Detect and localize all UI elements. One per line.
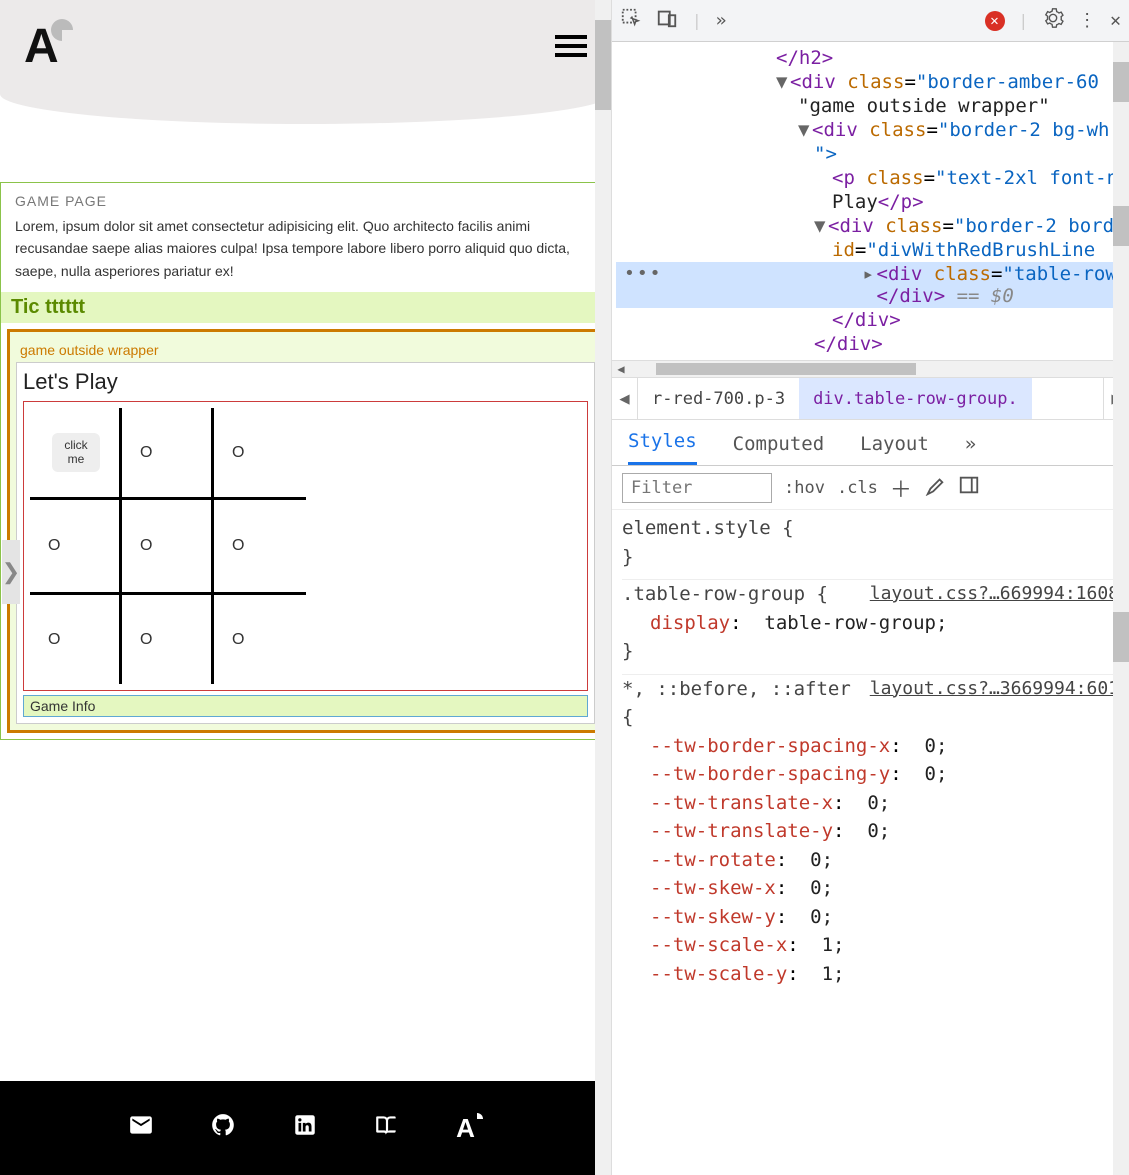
dom-line[interactable]: id="divWithRedBrushLine [616, 238, 1129, 262]
preview-scroll-thumb[interactable] [595, 20, 611, 110]
game-outside-wrapper: game outside wrapper Let's Play click me… [7, 329, 604, 733]
preview-scrollbar[interactable] [595, 0, 611, 1175]
dom-line[interactable]: <p class="text-2xl font-n [616, 166, 1129, 190]
lorem-text: Lorem, ipsum dolor sit amet consectetur … [15, 215, 596, 282]
dom-line[interactable]: "> [616, 142, 1129, 166]
cell-7[interactable]: O [122, 592, 214, 684]
hov-toggle[interactable]: :hov [784, 478, 825, 498]
cls-toggle[interactable]: .cls [837, 478, 878, 498]
red-brush-box: click me O O O O O O O O [23, 401, 588, 691]
cell-8[interactable]: O [214, 592, 306, 684]
dom-line[interactable]: </h2> [616, 46, 1129, 70]
dom-line[interactable]: ▼<div class="border-2 bord [616, 214, 1129, 238]
cell-1[interactable]: O [122, 408, 214, 500]
side-arrow-button[interactable]: ❯ [2, 540, 20, 604]
css-rule[interactable]: element.style { } [622, 514, 1119, 571]
cell-4[interactable]: O [122, 500, 214, 592]
site-header: A [0, 0, 611, 92]
tab-layout[interactable]: Layout [860, 423, 929, 465]
lets-play-heading: Let's Play [23, 369, 588, 395]
dom-line[interactable]: "game outside wrapper" [616, 94, 1129, 118]
error-badge-icon[interactable]: ✕ [985, 11, 1005, 31]
linkedin-icon[interactable] [292, 1112, 318, 1144]
dom-line[interactable]: ▼<div class="border-amber-60 [616, 70, 1129, 94]
mail-icon[interactable] [128, 1112, 154, 1144]
settings-icon[interactable] [1042, 7, 1064, 34]
game-info: Game Info [23, 695, 588, 717]
tab-computed[interactable]: Computed [733, 423, 825, 465]
dom-hscroll[interactable]: ◀ ▶ [612, 360, 1129, 378]
brush-icon[interactable] [924, 474, 946, 501]
more-tabs-icon[interactable]: » [716, 10, 727, 31]
page-title: GAME PAGE [15, 193, 596, 209]
device-toggle-icon[interactable] [656, 7, 678, 34]
devtools-toolbar: | » ✕ | ⋮ ✕ [612, 0, 1129, 42]
pie-icon [51, 19, 73, 41]
ellipsis-icon[interactable]: ••• [616, 263, 663, 307]
devtools-panel: | » ✕ | ⋮ ✕ </h2> ▼<div class="border-am… [612, 0, 1129, 1175]
devtools-scrollbar[interactable] [1113, 42, 1129, 1175]
cell-3[interactable]: O [30, 500, 122, 592]
cell-2[interactable]: O [214, 408, 306, 500]
tic-title: Tic tttttt [1, 292, 610, 323]
sidebar-toggle-icon[interactable] [958, 474, 980, 501]
hscroll-thumb[interactable] [656, 363, 916, 375]
dom-tree[interactable]: </h2> ▼<div class="border-amber-60 "game… [612, 42, 1129, 360]
dom-line[interactable]: </div> [616, 332, 1129, 356]
hscroll-left-icon[interactable]: ◀ [612, 362, 630, 376]
cell-6[interactable]: O [30, 592, 122, 684]
tabs-more-icon[interactable]: » [965, 423, 976, 465]
dom-selected-line[interactable]: ••• ▸<div class="table-row- </div> == $0 [616, 262, 1129, 308]
cell-5[interactable]: O [214, 500, 306, 592]
content-area: GAME PAGE Lorem, ipsum dolor sit amet co… [0, 182, 611, 740]
styles-tabs: Styles Computed Layout » [612, 420, 1129, 466]
devtools-styles-thumb[interactable] [1113, 612, 1129, 662]
page-preview: A GAME PAGE Lorem, ipsum dolor sit amet … [0, 0, 612, 1175]
dom-line[interactable]: </div> [616, 308, 1129, 332]
dom-line[interactable]: Play</p> [616, 190, 1129, 214]
click-me-button[interactable]: click me [52, 433, 100, 471]
cell-0[interactable]: click me [30, 408, 122, 500]
site-logo[interactable]: A [24, 19, 73, 74]
kebab-menu-icon[interactable]: ⋮ [1078, 10, 1096, 31]
styles-filter-input[interactable] [622, 473, 772, 503]
close-devtools-icon[interactable]: ✕ [1110, 10, 1121, 31]
inspect-icon[interactable] [620, 7, 642, 34]
tictac-board: click me O O O O O O O O [30, 408, 581, 684]
breadcrumb-item-active[interactable]: div.table-row-group. [799, 378, 1032, 419]
dom-line[interactable]: ▼<div class="border-2 bg-wh [616, 118, 1129, 142]
styles-body[interactable]: element.style { } layout.css?…669994:160… [612, 510, 1129, 1175]
book-icon[interactable] [374, 1112, 400, 1144]
play-box: Let's Play click me O O O O O O [16, 362, 595, 724]
styles-toolbar: :hov .cls ＋ [612, 466, 1129, 510]
devtools-top-thumb[interactable] [1113, 62, 1129, 102]
breadcrumb-left-icon[interactable]: ◀ [612, 378, 638, 419]
source-link[interactable]: layout.css?…669994:1608 [870, 580, 1119, 607]
site-footer: A [0, 1081, 611, 1175]
tab-styles[interactable]: Styles [628, 420, 697, 465]
new-rule-icon[interactable]: ＋ [890, 472, 912, 504]
hamburger-menu-icon[interactable] [555, 35, 587, 57]
breadcrumb: ◀ r-red-700.p-3 div.table-row-group. ▶ [612, 378, 1129, 420]
wrapper-label: game outside wrapper [16, 338, 595, 362]
devtools-mid-thumb[interactable] [1113, 206, 1129, 246]
github-icon[interactable] [210, 1112, 236, 1144]
source-link[interactable]: layout.css?…3669994:601 [870, 675, 1119, 702]
footer-logo-icon[interactable]: A [456, 1113, 483, 1144]
css-rule[interactable]: layout.css?…669994:1608 .table-row-group… [622, 580, 1119, 666]
breadcrumb-item[interactable]: r-red-700.p-3 [638, 378, 799, 419]
css-rule[interactable]: layout.css?…3669994:601 *, ::before, ::a… [622, 675, 1119, 989]
